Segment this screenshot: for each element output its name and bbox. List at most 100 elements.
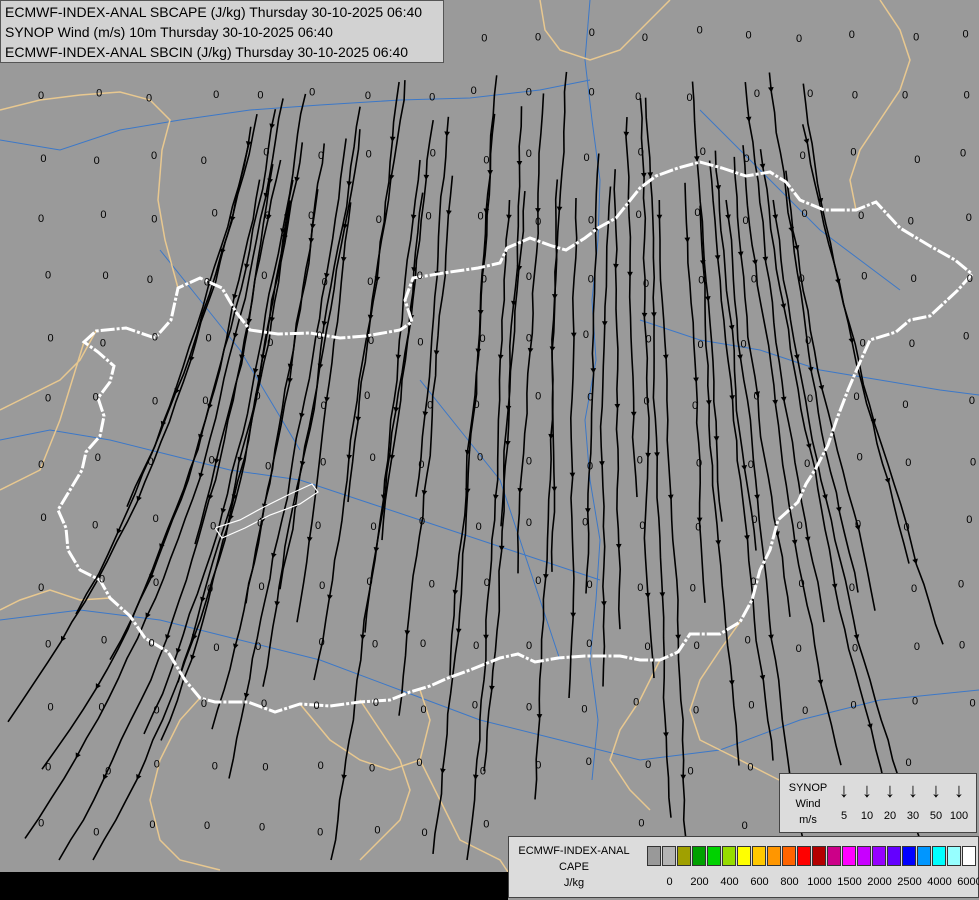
- station-value-165: 0: [637, 582, 643, 594]
- station-value-193: 0: [201, 698, 207, 710]
- station-value-129: 0: [637, 454, 643, 466]
- station-value-31: 0: [201, 155, 207, 167]
- cape-legend-tick: 0: [666, 876, 673, 888]
- station-value-68: 0: [261, 270, 267, 282]
- wind-legend-item-50: ↓ 50: [924, 780, 948, 822]
- cape-legend-title-2: CAPE: [559, 861, 589, 873]
- down-arrow-icon: ↓: [908, 780, 918, 802]
- wind-legend-value: 10: [860, 810, 874, 822]
- down-arrow-icon: ↓: [839, 780, 849, 802]
- station-value-49: 0: [212, 208, 218, 220]
- map-background: [0, 0, 979, 900]
- station-value-117: 0: [969, 395, 975, 407]
- station-value-128: 0: [587, 461, 593, 473]
- station-value-7: 0: [849, 29, 855, 41]
- cape-color-swatch: [872, 846, 886, 866]
- station-value-24: 0: [807, 88, 813, 100]
- station-value-18: 0: [471, 85, 477, 97]
- station-value-223: 0: [38, 818, 44, 830]
- station-value-158: 0: [258, 581, 264, 593]
- station-value-167: 0: [750, 576, 756, 588]
- station-value-41: 0: [744, 153, 750, 165]
- station-value-220: 0: [687, 765, 693, 777]
- station-value-46: 0: [38, 213, 44, 225]
- station-value-186: 0: [796, 643, 802, 655]
- station-value-81: 0: [967, 273, 973, 285]
- station-value-17: 0: [429, 91, 435, 103]
- map-edge-strip: [0, 872, 508, 900]
- station-value-199: 0: [526, 701, 532, 713]
- down-arrow-icon: ↓: [862, 780, 872, 802]
- station-value-229: 0: [374, 824, 380, 836]
- cape-legend-tick: 800: [780, 876, 799, 888]
- station-value-47: 0: [100, 209, 106, 221]
- station-value-113: 0: [753, 390, 759, 402]
- station-value-123: 0: [320, 457, 326, 469]
- station-value-67: 0: [204, 277, 210, 289]
- station-value-29: 0: [94, 155, 100, 167]
- station-value-62: 0: [908, 215, 914, 227]
- station-value-21: 0: [635, 91, 641, 103]
- station-value-75: 0: [643, 278, 649, 290]
- station-value-37: 0: [526, 148, 532, 160]
- station-value-97: 0: [860, 337, 866, 349]
- station-value-94: 0: [697, 339, 703, 351]
- station-value-118: 0: [38, 459, 44, 471]
- wind-legend-item-100: ↓ 100: [947, 780, 971, 822]
- station-value-120: 0: [148, 456, 154, 468]
- station-value-130: 0: [696, 457, 702, 469]
- station-value-45: 0: [960, 147, 966, 159]
- station-value-35: 0: [430, 148, 436, 160]
- station-value-192: 0: [153, 705, 159, 717]
- station-value-191: 0: [98, 702, 104, 714]
- station-value-69: 0: [322, 277, 328, 289]
- station-value-87: 0: [317, 330, 323, 342]
- station-value-194: 0: [261, 698, 267, 710]
- station-value-147: 0: [639, 520, 645, 532]
- cape-legend-title-3: J/kg: [563, 877, 585, 889]
- station-value-84: 0: [152, 331, 158, 343]
- station-value-27: 0: [964, 90, 970, 102]
- station-value-232: 0: [638, 818, 644, 830]
- station-value-189: 0: [959, 640, 965, 652]
- station-value-114: 0: [807, 393, 813, 405]
- cape-legend-title-1: ECMWF-INDEX-ANAL: [518, 845, 630, 857]
- station-value-22: 0: [687, 92, 693, 104]
- station-value-85: 0: [205, 333, 211, 345]
- cape-color-swatch: [962, 846, 976, 866]
- cape-legend: ECMWF-INDEX-ANAL CAPE J/kg 0 200 400 600 800…: [508, 836, 979, 898]
- title-sbcape: ECMWF-INDEX-ANAL SBCAPE (J/kg) Thursday …: [5, 4, 423, 20]
- station-value-43: 0: [850, 146, 856, 158]
- station-value-89: 0: [417, 336, 423, 348]
- station-value-148: 0: [695, 522, 701, 534]
- station-value-13: 0: [213, 89, 219, 101]
- station-value-218: 0: [586, 756, 592, 768]
- station-value-207: 0: [969, 697, 975, 709]
- station-value-202: 0: [693, 704, 699, 716]
- station-value-59: 0: [743, 215, 749, 227]
- station-value-195: 0: [313, 700, 319, 712]
- down-arrow-icon: ↓: [885, 780, 895, 802]
- station-value-169: 0: [849, 582, 855, 594]
- cape-color-swatch: [902, 846, 916, 866]
- station-value-76: 0: [698, 275, 704, 287]
- station-value-124: 0: [370, 452, 376, 464]
- station-value-204: 0: [802, 705, 808, 717]
- station-value-157: 0: [207, 583, 213, 595]
- wind-legend-value: 20: [883, 810, 897, 822]
- station-value-135: 0: [970, 456, 976, 468]
- station-value-58: 0: [694, 207, 700, 219]
- station-value-200: 0: [581, 704, 587, 716]
- station-value-2: 0: [589, 27, 595, 39]
- station-value-221: 0: [747, 762, 753, 774]
- station-value-110: 0: [587, 392, 593, 404]
- station-value-166: 0: [690, 583, 696, 595]
- cape-legend-tick: 2500: [897, 876, 922, 888]
- cape-color-swatch: [887, 846, 901, 866]
- station-value-72: 0: [481, 273, 487, 285]
- station-value-155: 0: [99, 574, 105, 586]
- station-value-145: 0: [526, 517, 532, 529]
- station-value-133: 0: [857, 452, 863, 464]
- title-box: ECMWF-INDEX-ANAL SBCAPE (J/kg) Thursday …: [0, 0, 444, 63]
- station-value-64: 0: [45, 270, 51, 282]
